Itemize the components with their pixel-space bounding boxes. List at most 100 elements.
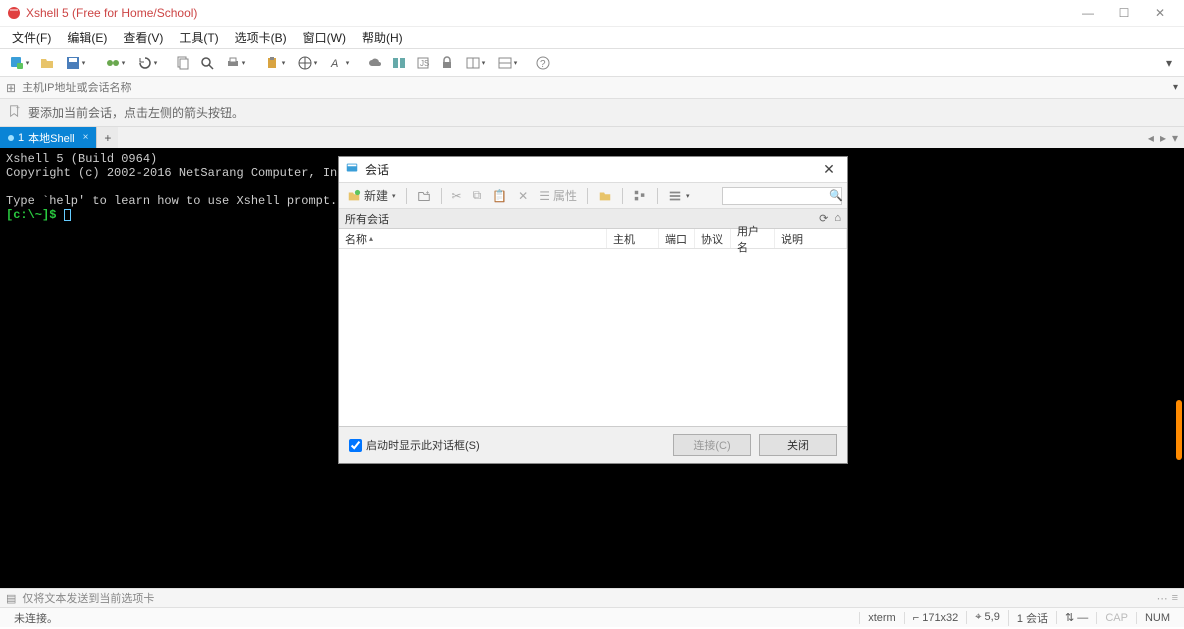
- menu-tools[interactable]: 工具(T): [171, 27, 226, 48]
- cursor-icon: [64, 209, 71, 221]
- tab-nav-right-icon[interactable]: ▸: [1160, 131, 1166, 145]
- menu-view[interactable]: 查看(V): [115, 27, 171, 48]
- crumb-all-sessions[interactable]: 所有会话: [345, 211, 389, 227]
- show-on-start-checkbox[interactable]: 启动时显示此对话框(S): [349, 437, 480, 453]
- delete-icon[interactable]: ✕: [514, 186, 532, 206]
- dialog-close-icon[interactable]: ✕: [817, 161, 841, 178]
- menu-window[interactable]: 窗口(W): [295, 27, 354, 48]
- copy-icon[interactable]: ⧉: [469, 186, 486, 206]
- menu-edit[interactable]: 编辑(E): [59, 27, 115, 48]
- dialog-toolbar: 新建 ▾ + ✂ ⧉ 📋 ✕ ☰属性 ▾ 🔍: [339, 183, 847, 209]
- main-toolbar: ▾ ▾ ▾ ▾ ▾ ▾ ▾ A▾ JS ▾ ▾ ? ▾: [0, 48, 1184, 76]
- encoding-button[interactable]: ▾: [292, 52, 322, 74]
- properties-button[interactable]: ☰属性: [535, 186, 581, 206]
- window-titlebar: Xshell 5 (Free for Home/School) — ☐ ✕: [0, 0, 1184, 26]
- scroll-indicator[interactable]: [1176, 400, 1182, 460]
- add-tab-button[interactable]: +: [96, 127, 118, 148]
- list-body[interactable]: [339, 249, 847, 426]
- paste-icon[interactable]: 📋: [488, 186, 511, 206]
- reconnect-button[interactable]: ▾: [132, 52, 162, 74]
- search-button[interactable]: [196, 52, 218, 74]
- lock-button[interactable]: [436, 52, 458, 74]
- send-target-icon[interactable]: ▤: [6, 592, 16, 605]
- status-sessions: 1 会话: [1008, 610, 1056, 626]
- status-term-type: xterm: [859, 612, 904, 624]
- font-button[interactable]: A▾: [324, 52, 354, 74]
- window-title: Xshell 5 (Free for Home/School): [26, 6, 1076, 20]
- menubar: 文件(F) 编辑(E) 查看(V) 工具(T) 选项卡(B) 窗口(W) 帮助(…: [0, 26, 1184, 48]
- address-bar: ⊞ ▾: [0, 76, 1184, 98]
- hint-text: 要添加当前会话，点击左侧的箭头按钮。: [28, 104, 244, 121]
- search-icon[interactable]: 🔍: [829, 189, 843, 202]
- bookmark-add-icon[interactable]: +: [8, 104, 22, 121]
- send-target-bar: ▤ 仅将文本发送到当前选项卡 ⋯ ≡: [0, 588, 1184, 607]
- send-target-text: 仅将文本发送到当前选项卡: [22, 590, 154, 606]
- copy-button[interactable]: [172, 52, 194, 74]
- new-session-button[interactable]: ▾: [4, 52, 34, 74]
- term-line4: Type `help' to learn how to use Xshell p…: [6, 194, 337, 208]
- menu-help[interactable]: 帮助(H): [354, 27, 411, 48]
- expand-icon[interactable]: ≡: [1172, 592, 1178, 605]
- open-folder-icon[interactable]: [594, 186, 616, 206]
- tab-nav-left-icon[interactable]: ◂: [1148, 131, 1154, 145]
- dialog-titlebar: 会话 ✕: [339, 157, 847, 183]
- close-button-dialog[interactable]: 关闭: [759, 434, 837, 456]
- refresh-icon[interactable]: ⟳: [819, 212, 828, 225]
- tab-label: 本地Shell: [28, 130, 74, 146]
- cloud-button[interactable]: [364, 52, 386, 74]
- dots-icon[interactable]: ⋯: [1157, 592, 1168, 605]
- new-folder-icon[interactable]: +: [413, 186, 435, 206]
- toolbar-overflow[interactable]: ▾: [1158, 52, 1180, 74]
- address-dropdown[interactable]: ▾: [1173, 82, 1178, 93]
- dialog-title: 会话: [365, 161, 817, 178]
- paste-button[interactable]: ▾: [260, 52, 290, 74]
- hint-bar: + 要添加当前会话，点击左侧的箭头按钮。: [0, 98, 1184, 126]
- view-split-button[interactable]: ▾: [460, 52, 490, 74]
- save-button[interactable]: ▾: [60, 52, 90, 74]
- dialog-search-input[interactable]: [722, 187, 842, 205]
- tab-strip: 1 本地Shell × + ◂ ▸ ▾: [0, 126, 1184, 148]
- tab-menu-icon[interactable]: ▾: [1172, 131, 1178, 145]
- tab-close-icon[interactable]: ×: [83, 132, 89, 143]
- menu-tabs[interactable]: 选项卡(B): [227, 27, 295, 48]
- tab-status-dot: [8, 135, 14, 141]
- transfer-button[interactable]: [388, 52, 410, 74]
- show-on-start-input[interactable]: [349, 439, 362, 452]
- close-button[interactable]: ✕: [1148, 6, 1172, 20]
- view-mode-button[interactable]: ▾: [664, 186, 694, 206]
- script-button[interactable]: JS: [412, 52, 434, 74]
- col-user[interactable]: 用户名: [731, 229, 775, 248]
- col-host[interactable]: 主机: [607, 229, 659, 248]
- connect-button[interactable]: ▾: [100, 52, 130, 74]
- status-network-icon: ⇅ —: [1056, 611, 1096, 624]
- col-port[interactable]: 端口: [659, 229, 695, 248]
- svg-text:A: A: [330, 58, 338, 70]
- address-prefix-icon: ⊞: [6, 81, 16, 95]
- dialog-icon: [345, 161, 359, 178]
- cut-icon[interactable]: ✂: [448, 186, 466, 206]
- col-desc[interactable]: 说明: [775, 229, 847, 248]
- maximize-button[interactable]: ☐: [1112, 6, 1136, 20]
- col-protocol[interactable]: 协议: [695, 229, 731, 248]
- col-name[interactable]: 名称▴: [339, 229, 607, 248]
- tree-view-icon[interactable]: [629, 186, 651, 206]
- new-session-dialog-button[interactable]: 新建 ▾: [343, 186, 400, 206]
- minimize-button[interactable]: —: [1076, 6, 1100, 20]
- term-line1: Xshell 5 (Build 0964): [6, 152, 157, 166]
- status-size: ⌐ 171x32: [904, 612, 967, 624]
- help-button[interactable]: ?: [532, 52, 554, 74]
- status-cap: CAP: [1096, 612, 1136, 624]
- home-icon[interactable]: ⌂: [834, 212, 841, 225]
- session-list: 名称▴ 主机 端口 协议 用户名 说明: [339, 229, 847, 427]
- print-button[interactable]: ▾: [220, 52, 250, 74]
- tab-local-shell[interactable]: 1 本地Shell ×: [0, 127, 96, 148]
- status-num: NUM: [1136, 612, 1178, 624]
- open-button[interactable]: [36, 52, 58, 74]
- layout-button[interactable]: ▾: [492, 52, 522, 74]
- address-input[interactable]: [22, 82, 1167, 94]
- connect-button-dialog[interactable]: 连接(C): [673, 434, 751, 456]
- dialog-breadcrumb: 所有会话 ⟳ ⌂: [339, 209, 847, 229]
- app-icon: [6, 5, 22, 21]
- menu-file[interactable]: 文件(F): [4, 27, 59, 48]
- svg-text:+: +: [425, 189, 429, 196]
